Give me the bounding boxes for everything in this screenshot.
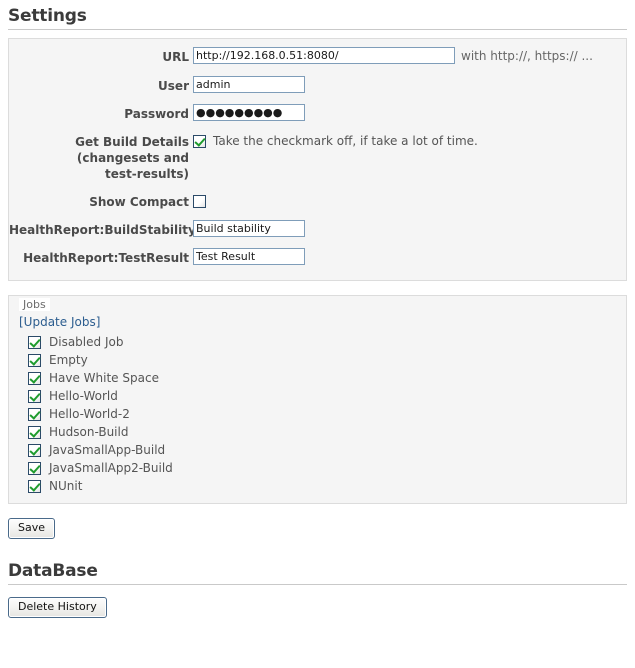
job-list-item[interactable]: Hello-World-2 [19,405,626,423]
test-result-input[interactable] [193,248,305,265]
build-details-label-line3: test-results) [105,167,189,181]
build-details-label-line1: Get Build Details [75,135,189,149]
database-section: DataBase Delete History [0,561,635,618]
url-input[interactable] [193,47,455,64]
field-row-show-compact: Show Compact [9,192,626,210]
jobs-legend: Jobs [19,298,50,311]
job-list-item[interactable]: Hudson-Build [19,423,626,441]
field-row-url: URL with http://, https:// ... [9,47,626,66]
show-compact-control [193,192,626,208]
build-stability-label: HealthReport:BuildStability [9,223,196,237]
job-checkbox[interactable] [28,389,41,403]
job-list-item[interactable]: Disabled Job [19,333,626,351]
field-row-test-result: HealthReport:TestResult [9,248,626,266]
jobs-body: [Update Jobs] Disabled Job Empty Have Wh… [9,312,626,495]
job-label: Disabled Job [49,335,124,349]
job-label: Have White Space [49,371,159,385]
job-list-item[interactable]: Hello-World [19,387,626,405]
jobs-fieldset: Jobs [Update Jobs] Disabled Job Empty Ha… [8,295,627,504]
job-checkbox[interactable] [28,371,41,385]
field-row-build-details: Get Build Details (changesets and test-r… [9,132,626,182]
field-row-user: User [9,76,626,94]
database-heading-divider [8,584,627,585]
job-label: Hello-World-2 [49,407,130,421]
build-details-label-line2: (changesets and [76,151,189,165]
job-list-item[interactable]: Have White Space [19,369,626,387]
user-control [193,76,626,93]
job-label: NUnit [49,479,83,493]
settings-page: Settings URL with http://, https:// ... … [0,6,635,618]
password-input[interactable] [193,104,305,121]
user-label: User [158,79,189,93]
build-stability-input[interactable] [193,220,305,237]
database-title: DataBase [8,561,98,581]
job-checkbox[interactable] [28,407,41,421]
job-checkbox[interactable] [28,461,41,475]
user-input[interactable] [193,76,305,93]
save-button[interactable]: Save [8,518,56,539]
field-row-build-stability: HealthReport:BuildStability [9,220,626,238]
delete-history-button[interactable]: Delete History [8,597,107,618]
settings-panel: URL with http://, https:// ... User Pass… [8,38,627,281]
job-checkbox[interactable] [28,335,41,349]
show-compact-label: Show Compact [89,195,189,209]
build-details-checkbox[interactable] [193,135,206,148]
password-label: Password [124,107,189,121]
job-label: Hello-World [49,389,118,403]
save-button-wrap: Save [8,518,635,539]
job-checkbox[interactable] [28,353,41,367]
job-label: JavaSmallApp2-Build [49,461,173,475]
build-stability-control [193,220,626,237]
url-control: with http://, https:// ... [193,47,626,66]
password-control [193,104,626,121]
job-list-item[interactable]: NUnit [19,477,626,495]
url-hint: with http://, https:// ... [461,49,593,63]
settings-heading-divider [8,29,627,30]
jobs-list: Disabled Job Empty Have White Space Hell… [19,333,626,495]
field-row-password: Password [9,104,626,122]
job-checkbox[interactable] [28,443,41,457]
job-label: JavaSmallApp-Build [49,443,166,457]
job-label: Empty [49,353,88,367]
delete-history-button-wrap: Delete History [8,597,635,618]
job-list-item[interactable]: JavaSmallApp2-Build [19,459,626,477]
build-details-control: Take the checkmark off, if take a lot of… [193,132,626,151]
build-details-label: Get Build Details (changesets and test-r… [9,132,193,182]
page-title: Settings [8,6,87,26]
job-checkbox[interactable] [28,479,41,493]
url-label: URL [162,50,189,64]
job-list-item[interactable]: JavaSmallApp-Build [19,441,626,459]
build-details-description: Take the checkmark off, if take a lot of… [213,134,478,148]
job-checkbox[interactable] [28,425,41,439]
show-compact-checkbox[interactable] [193,195,206,208]
job-list-item[interactable]: Empty [19,351,626,369]
test-result-label: HealthReport:TestResult [23,251,189,265]
test-result-control [193,248,626,265]
update-jobs-link[interactable]: [Update Jobs] [19,314,100,330]
job-label: Hudson-Build [49,425,129,439]
